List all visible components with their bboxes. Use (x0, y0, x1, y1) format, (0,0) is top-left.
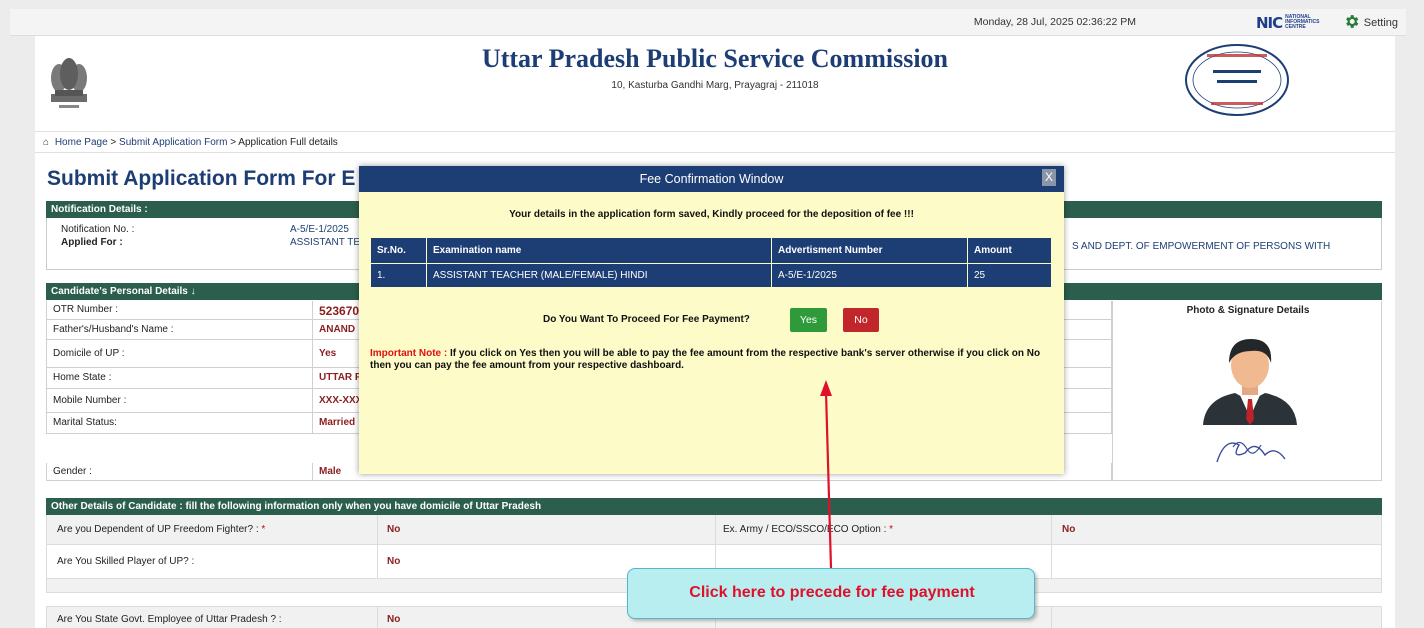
personal-row-value: ANAND (319, 323, 356, 335)
personal-row-value: Yes (319, 347, 337, 359)
fee-table-header: Examination name (426, 237, 772, 264)
setting-button[interactable]: Setting (1343, 13, 1398, 32)
home-icon[interactable]: ⌂ (43, 132, 49, 154)
fee-cell-advt: A-5/E-1/2025 (771, 263, 968, 288)
fee-table-header: Sr.No. (370, 237, 427, 264)
ex-army-question: Ex. Army / ECO/SSCO/ECO Option : (723, 524, 887, 535)
important-note: Important Note : If you click on Yes the… (370, 348, 1050, 372)
close-icon[interactable]: X (1042, 169, 1056, 186)
yes-button[interactable]: Yes (790, 308, 827, 332)
site-header: Uttar Pradesh Public Service Commission … (35, 36, 1395, 128)
nic-logo-subtext: NATIONAL INFORMATICS CENTRE (1285, 14, 1320, 30)
divider (1051, 545, 1052, 578)
applied-for-value: ASSISTANT TE (290, 237, 361, 248)
breadcrumb: ⌂ Home Page > Submit Application Form > … (35, 131, 1395, 153)
candidate-photo (1203, 339, 1297, 463)
applied-for-tail: S AND DEPT. OF EMPOWERMENT OF PERSONS WI… (1072, 241, 1331, 252)
skilled-player-answer: No (387, 556, 401, 567)
breadcrumb-separator: > (110, 137, 117, 148)
page-title: Submit Application Form For E (47, 167, 356, 190)
divider (312, 413, 313, 433)
divider (312, 368, 313, 388)
personal-row-label: Mobile Number : (53, 394, 127, 406)
divider (312, 389, 313, 412)
ex-army-answer: No (1062, 524, 1076, 535)
breadcrumb-home[interactable]: Home Page (55, 137, 108, 148)
divider (377, 545, 378, 578)
proceed-row: Do You Want To Proceed For Fee Payment? … (359, 308, 1064, 332)
divider (377, 607, 378, 628)
setting-label: Setting (1363, 16, 1398, 29)
fee-confirmation-modal: Fee Confirmation Window X Your details i… (359, 166, 1064, 474)
divider (312, 301, 313, 319)
state-employee-answer: No (387, 614, 401, 625)
important-note-label: Important Note : (370, 348, 448, 359)
gear-icon (1343, 13, 1360, 33)
divider (312, 463, 313, 480)
other-details-section-header: Other Details of Candidate : fill the fo… (46, 498, 1382, 515)
divider (715, 515, 716, 544)
breadcrumb-current: Application Full details (238, 137, 338, 148)
personal-row-value: Married (319, 417, 356, 428)
datetime-text: Monday, 28 Jul, 2025 02:36:22 PM (973, 16, 1136, 28)
fee-table-header: Advertisment Number (771, 237, 968, 264)
personal-row-label: Father's/Husband's Name : (53, 323, 174, 335)
commission-seal-icon (1183, 42, 1291, 118)
fee-table: Sr.No. Examination name Advertisment Num… (370, 237, 1052, 288)
modal-title: Fee Confirmation Window (359, 166, 1064, 192)
freedom-fighter-answer: No (387, 524, 401, 535)
personal-row-value: 523670 (319, 304, 360, 318)
applied-for-label: Applied For : (61, 237, 123, 248)
callout-box: Click here to precede for fee payment (627, 568, 1035, 619)
divider (377, 515, 378, 544)
personal-row-label: OTR Number : (53, 304, 119, 315)
notification-no-label: Notification No. : (61, 224, 135, 235)
divider (1051, 607, 1052, 628)
divider (1051, 515, 1052, 544)
skilled-player-question: Are You Skilled Player of UP? : (57, 556, 195, 567)
top-bar: Monday, 28 Jul, 2025 02:36:22 PM NIC NAT… (10, 9, 1406, 36)
personal-row-value: Male (319, 465, 342, 477)
personal-row-value: UTTAR P (319, 372, 362, 383)
fee-table-header: Amount (967, 237, 1052, 264)
required-marker: * (261, 524, 266, 535)
personal-row-value: XXX-XXX (319, 394, 363, 406)
divider (312, 320, 313, 339)
modal-message: Your details in the application form sav… (509, 209, 914, 220)
important-note-text: If you click on Yes then you will be abl… (370, 348, 1041, 371)
fee-cell-exam: ASSISTANT TEACHER (MALE/FEMALE) HINDI (426, 263, 772, 288)
personal-row-label: Gender : (53, 465, 92, 477)
fee-cell-amount: 25 (967, 263, 1052, 288)
nic-logo-text: NIC (1256, 13, 1283, 32)
breadcrumb-separator: > (230, 137, 237, 148)
photo-signature-title: Photo & Signature Details (1186, 305, 1310, 316)
freedom-fighter-question: Are you Dependent of UP Freedom Fighter?… (57, 524, 259, 535)
photo-signature-panel: Photo & Signature Details (1112, 301, 1382, 481)
divider (312, 340, 313, 367)
other-row-freedom-fighter: Are you Dependent of UP Freedom Fighter?… (46, 515, 1382, 545)
personal-row-label: Domicile of UP : (53, 347, 125, 359)
required-marker: * (889, 524, 894, 535)
no-button[interactable]: No (843, 308, 879, 332)
state-employee-question: Are You State Govt. Employee of Uttar Pr… (57, 614, 282, 625)
fee-cell-srno: 1. (370, 263, 427, 288)
notification-no-value: A-5/E-1/2025 (290, 224, 349, 235)
proceed-question: Do You Want To Proceed For Fee Payment? (543, 314, 750, 325)
breadcrumb-submit-form[interactable]: Submit Application Form (119, 137, 227, 148)
fee-table-row: 1. ASSISTANT TEACHER (MALE/FEMALE) HINDI… (370, 263, 1052, 288)
nic-logo: NIC NATIONAL INFORMATICS CENTRE (1256, 13, 1320, 32)
personal-row-label: Home State : (53, 372, 112, 383)
personal-row-label: Marital Status: (53, 417, 117, 428)
callout-text: Click here to precede for fee payment (689, 584, 975, 601)
